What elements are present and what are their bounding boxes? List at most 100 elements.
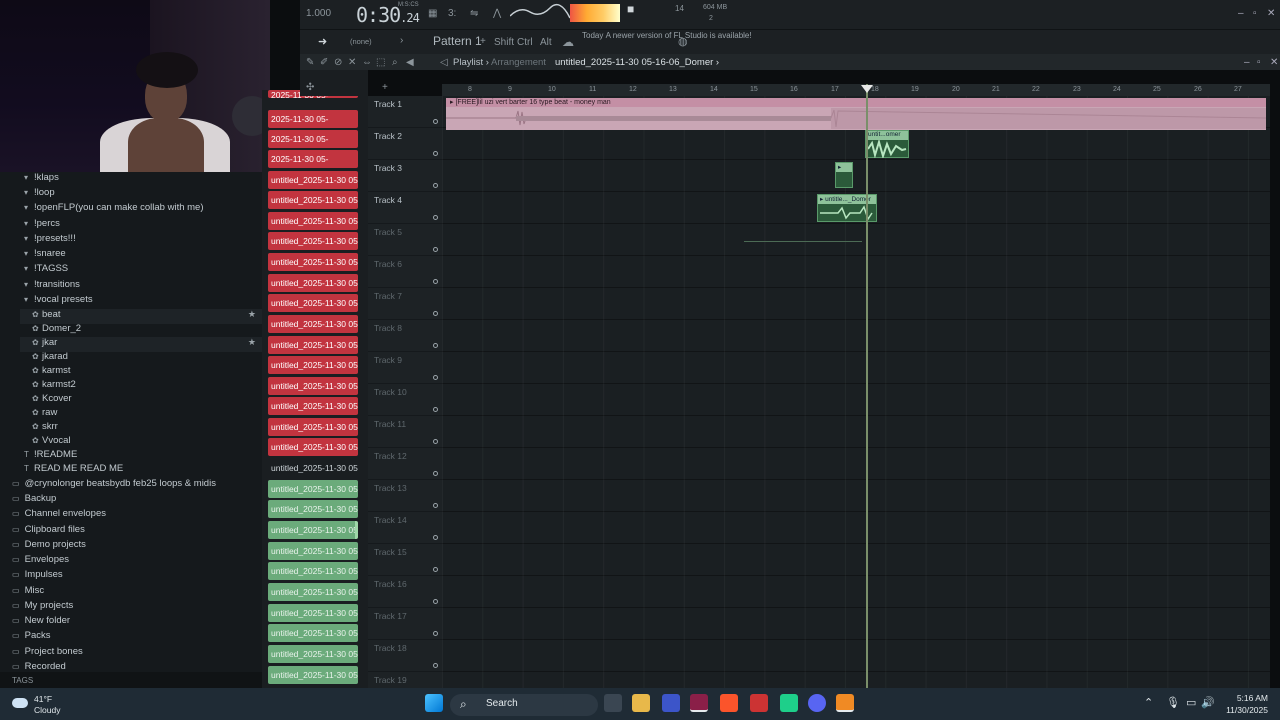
track-header[interactable]: Track 18: [368, 640, 442, 672]
playlist-close-icon[interactable]: ✕: [1270, 57, 1278, 68]
browser-root-folder[interactable]: ▭ Channel envelopes: [12, 508, 106, 523]
track-header[interactable]: Track 10: [368, 384, 442, 416]
playlist-grid[interactable]: [442, 96, 1270, 688]
arrow-right-icon[interactable]: ➜: [318, 35, 327, 48]
track-header[interactable]: Track 8: [368, 320, 442, 352]
slip-icon[interactable]: ⇔: [362, 57, 372, 68]
browser-root-folder[interactable]: ▭ New folder: [12, 615, 70, 630]
browser-preset[interactable]: ✿ Domer_2: [32, 323, 81, 338]
system-clock[interactable]: 5:16 AM 11/30/2025: [1226, 692, 1268, 716]
clip-item[interactable]: untitled_2025-11-30 05-...: [268, 438, 358, 456]
mixer-icon[interactable]: [750, 694, 768, 712]
track-header[interactable]: Track 3: [368, 160, 442, 192]
fl-studio-icon[interactable]: [836, 694, 854, 712]
browser-root-folder[interactable]: ▭ Clipboard files: [12, 524, 85, 539]
add-track-icon[interactable]: +: [382, 82, 388, 93]
tempo-display[interactable]: 1.000: [306, 8, 331, 19]
track-header[interactable]: Track 1: [368, 96, 442, 128]
browser-text-file[interactable]: T READ ME READ ME: [24, 463, 123, 478]
clip-item[interactable]: untitled_2025-11-30 05-...: [268, 624, 358, 642]
app-icon[interactable]: [662, 694, 680, 712]
clip-item[interactable]: untitled_2025-11-30 05-...: [268, 500, 358, 518]
clip-item[interactable]: untitled_2025-11-30 05-...: [268, 294, 358, 312]
track-header[interactable]: Track 11: [368, 416, 442, 448]
piano-icon[interactable]: ▦: [428, 8, 437, 19]
clip-item[interactable]: untitled_2025-11-30 05-...: [268, 480, 358, 498]
browser-root-folder[interactable]: ▭ My projects: [12, 600, 73, 615]
browser-item[interactable]: ▾ !snaree: [24, 248, 66, 263]
clip-item[interactable]: untitled_2025-11-30 05-...: [268, 171, 358, 189]
chevron-up-icon[interactable]: ⌃: [1144, 696, 1153, 709]
preset-selector[interactable]: (none): [350, 37, 372, 46]
update-hint[interactable]: Today A newer version of FL Studio is av…: [582, 31, 752, 41]
browser-item[interactable]: ▾ !loop: [24, 187, 55, 202]
clip-item[interactable]: untitled_2025-11-30 05-...: [268, 562, 358, 580]
browser-preset[interactable]: ✿ skrr: [32, 421, 58, 436]
browser-text-file[interactable]: T !README: [24, 449, 77, 464]
browser-root-folder[interactable]: ▭ Demo projects: [12, 539, 86, 554]
snap-icon[interactable]: ✣: [306, 82, 314, 93]
browser-root-folder[interactable]: ▭ Project bones: [12, 646, 83, 661]
automation-line[interactable]: [744, 241, 862, 242]
clip-item[interactable]: untitled_2025-11-30 05-...: [268, 397, 358, 415]
browser-root-folder[interactable]: ▭ Misc: [12, 585, 44, 600]
track-header[interactable]: Track 6: [368, 256, 442, 288]
step-icon[interactable]: 3:: [448, 8, 456, 19]
browser-item[interactable]: ▾ !vocal presets: [24, 294, 93, 309]
browser-item[interactable]: ▾ !transitions: [24, 279, 80, 294]
clip-item[interactable]: untitled_2025-11-30 05-...: [268, 315, 358, 333]
track-header[interactable]: Track 7: [368, 288, 442, 320]
clip-item[interactable]: untitled_2025-11-30 05-...: [268, 356, 358, 374]
ctrl-key[interactable]: Ctrl: [517, 37, 533, 48]
vocal-clip-small[interactable]: ▸: [835, 162, 853, 188]
browser-preset[interactable]: ✿ jkarad: [32, 351, 68, 366]
clip-item[interactable]: untitled_2025-11-30 05-...: [268, 459, 358, 477]
clip-item[interactable]: untitled_2025-11-30 05-...: [268, 521, 358, 539]
clip-item[interactable]: untitled_2025-11-30 05-...: [268, 274, 358, 292]
clip-item[interactable]: untitled_2025-11-30 05-...: [268, 542, 358, 560]
nzxt-icon[interactable]: [690, 694, 708, 712]
browser-preset[interactable]: ✿ jkar ★: [20, 337, 262, 352]
minimize-icon[interactable]: –: [1238, 8, 1244, 19]
browser-preset[interactable]: ✿ raw: [32, 407, 57, 422]
track-header[interactable]: Track 13: [368, 480, 442, 512]
playlist-file-name[interactable]: untitled_2025-11-30 05-16-06_Domer ›: [555, 57, 719, 68]
clip-item[interactable]: untitled_2025-11-30 05-...: [268, 377, 358, 395]
clip-item[interactable]: untitled_2025-11-30 05-...: [268, 212, 358, 230]
browser-item[interactable]: ▾ !TAGSS: [24, 263, 68, 278]
track-header[interactable]: Track 17: [368, 608, 442, 640]
browser-root-folder[interactable]: ▭ @crynolonger beatsbydb feb25 loops & m…: [12, 478, 216, 493]
browser-preset[interactable]: ✿ beat ★: [20, 309, 262, 324]
beat-audio-clip-label[interactable]: ▸ [FREE]lil uzi vert barter 16 type beat…: [446, 98, 1266, 107]
volume-icon[interactable]: 🔊: [1201, 696, 1215, 709]
pencil-icon[interactable]: ✎: [306, 57, 314, 68]
microphone-icon[interactable]: 🎙: [1166, 696, 1180, 709]
wait-icon[interactable]: ⇋: [470, 8, 478, 19]
beat-audio-clip[interactable]: [446, 107, 1266, 130]
clip-item[interactable]: untitled_2025-11-30 05-...: [268, 583, 358, 601]
clip-item[interactable]: 2025-11-30 05-: [268, 110, 358, 128]
browser-root-folder[interactable]: ▭ Backup: [12, 493, 56, 508]
playlist-minimize-icon[interactable]: –: [1244, 57, 1250, 68]
zoom-icon[interactable]: ⌕: [392, 57, 398, 68]
browser-root-folder[interactable]: ▭ Impulses: [12, 569, 63, 584]
chevron-right-icon[interactable]: ›: [400, 35, 403, 46]
track-header[interactable]: Track 9: [368, 352, 442, 384]
clip-item[interactable]: untitled_2025-11-30 05-...: [268, 232, 358, 250]
track-header[interactable]: Track 2: [368, 128, 442, 160]
browser-preset[interactable]: ✿ Vvocal: [32, 435, 71, 450]
browser-item[interactable]: ▾ !openFLP(you can make collab with me): [24, 202, 204, 217]
online-icon[interactable]: ◍: [678, 35, 688, 48]
clip-item[interactable]: untitled_2025-11-30 05-...: [268, 666, 358, 684]
file-explorer-icon[interactable]: [632, 694, 650, 712]
track-header[interactable]: Track 5: [368, 224, 442, 256]
restore-icon[interactable]: ▫: [1253, 8, 1257, 19]
metronome-icon[interactable]: ⋀: [493, 8, 501, 19]
track-header[interactable]: Track 12: [368, 448, 442, 480]
task-view-icon[interactable]: [604, 694, 622, 712]
browser-item[interactable]: ▾ !presets!!!: [24, 233, 76, 248]
vocal-clip[interactable]: ▸ untitle..._Domer: [817, 194, 877, 222]
playlist-menu-icon[interactable]: ◁: [440, 57, 448, 68]
delete-icon[interactable]: ⊘: [334, 57, 342, 68]
clip-item[interactable]: untitled_2025-11-30 05-...: [268, 418, 358, 436]
